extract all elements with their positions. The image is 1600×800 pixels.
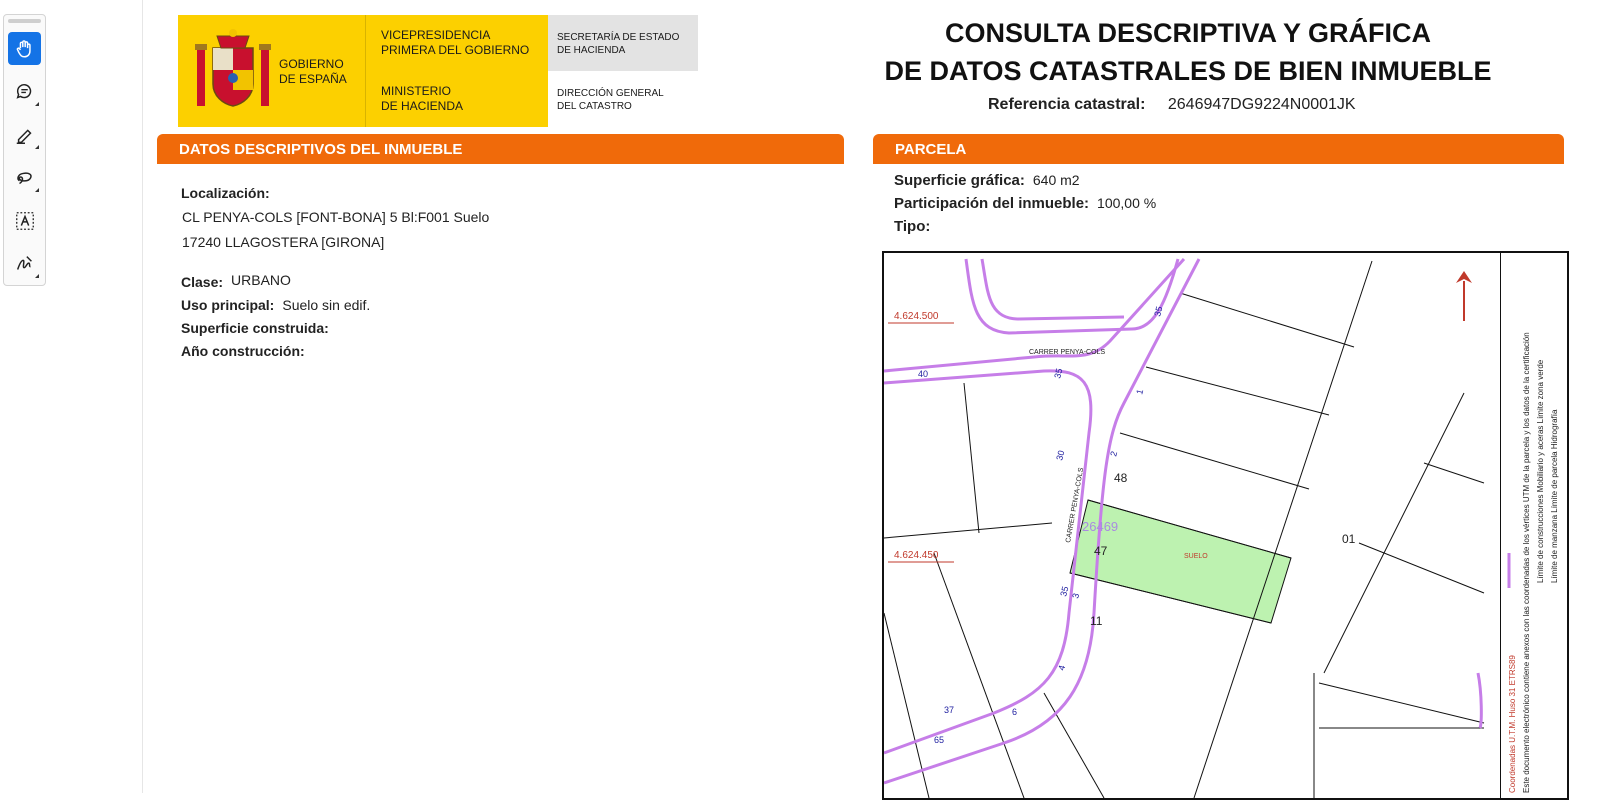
submenu-indicator <box>35 102 39 106</box>
lot-number-48: 48 <box>1114 471 1128 485</box>
legend-drawing: Coordenadas U.T.M. Huso 31 ETRS89 Este d… <box>1507 332 1559 793</box>
document-title-line1: CONSULTA DESCRIPTIVA Y GRÁFICA <box>944 18 1432 48</box>
logo-secretaria-text: SECRETARÍA DE ESTADO DE HACIENDA <box>557 32 680 56</box>
street-number-35c: 35 <box>1058 585 1070 597</box>
suelo-label: SUELO <box>1184 553 1208 560</box>
tipo-field: Tipo: <box>894 218 938 235</box>
text-box-icon <box>15 211 34 230</box>
sign-tool-button[interactable] <box>8 247 41 280</box>
localizacion-line1: CL PENYA-COLS [FONT-BONA] 5 Bl:F001 Suel… <box>182 209 490 225</box>
uso-label: Uso principal: <box>181 297 275 313</box>
submenu-indicator <box>35 188 39 192</box>
legend-row-constructions: Límite de construcciones Mobiliario y ac… <box>1536 359 1545 583</box>
superficie-grafica-value: 640 m2 <box>1032 172 1080 188</box>
street-number-35b: 35 <box>1052 367 1064 379</box>
legend-row-limits: Límite de manzana Límite de parcela Hidr… <box>1550 409 1559 583</box>
descriptivos-header: DATOS DESCRIPTIVOS DEL INMUEBLE <box>157 134 844 164</box>
anio-construccion-label: Año construcción: <box>181 343 305 359</box>
descriptivos-heading: DATOS DESCRIPTIVOS DEL INMUEBLE <box>179 141 463 158</box>
parcela-header: PARCELA <box>873 134 1564 164</box>
lasso-icon <box>16 171 32 184</box>
text-select-tool-button[interactable] <box>8 204 41 237</box>
logo-divider <box>365 15 366 127</box>
participacion-value: 100,00 % <box>1097 195 1157 211</box>
street-number-65: 65 <box>934 735 944 745</box>
street-number-2: 2 <box>1108 450 1119 457</box>
coord-label-top: 4.624.500 <box>894 311 939 322</box>
street-number-4: 4 <box>1056 664 1067 671</box>
document-title-line2: DE DATOS CATASTRALES DE BIEN INMUEBLE <box>884 56 1492 86</box>
lot-number-11: 11 <box>1090 614 1103 628</box>
participacion-field: Participación del inmueble: 100,00 % <box>894 195 1156 212</box>
annotation-toolbar <box>3 14 46 286</box>
referencia-value: 2646947DG9224N0001JK <box>1167 96 1356 113</box>
signature-icon <box>16 255 32 270</box>
logo-direccion-text: DIRECCIÓN GENERAL DEL CATASTRO <box>557 88 664 112</box>
street-outlines <box>884 257 1483 785</box>
north-arrow-icon <box>1456 271 1472 321</box>
submenu-indicator <box>35 274 39 278</box>
superficie-grafica-label: Superficie gráfica: <box>894 172 1025 189</box>
uso-value: Suelo sin edif. <box>282 297 371 313</box>
street-number-1: 1 <box>1134 388 1145 395</box>
street-number-6: 6 <box>1012 707 1017 717</box>
logo-vicepresidencia-text: VICEPRESIDENCIA PRIMERA DEL GOBIERNO <box>381 28 530 57</box>
lot-number-47: 47 <box>1094 544 1108 558</box>
toolbar-grip[interactable] <box>8 19 41 23</box>
localizacion-line2: 17240 LLAGOSTERA [GIRONA] <box>182 234 385 250</box>
clase-label: Clase: <box>181 274 224 290</box>
street-number-30: 30 <box>1054 449 1066 461</box>
superficie-grafica-field: Superficie gráfica: 640 m2 <box>894 172 1080 189</box>
comment-tool-button[interactable] <box>8 75 41 108</box>
uso-field: Uso principal: Suelo sin edif. <box>181 297 370 313</box>
participacion-label: Participación del inmueble: <box>894 195 1090 212</box>
map-legend: Coordenadas U.T.M. Huso 31 ETRS89 Este d… <box>1500 253 1567 798</box>
logo-ministerio-text: MINISTERIO DE HACIENDA <box>381 84 464 113</box>
comment-icon <box>16 83 31 99</box>
referencia-label: Referencia catastral: <box>988 96 1146 113</box>
submenu-indicator <box>35 145 39 149</box>
cadastral-map: 4.624.500 4.624.450 CARRER PENYA-COLS CA… <box>882 251 1569 800</box>
parcel-id-label: 26469 <box>1082 519 1118 534</box>
street-number-37: 37 <box>944 705 954 715</box>
hand-tool-button[interactable] <box>8 32 41 65</box>
lot-number-01: 01 <box>1342 532 1356 546</box>
pen-icon <box>16 128 32 144</box>
hand-icon <box>16 39 31 58</box>
legend-utm: Coordenadas U.T.M. Huso 31 ETRS89 <box>1508 655 1517 793</box>
anio-construccion-field: Año construcción: <box>181 343 313 359</box>
tipo-label: Tipo: <box>894 218 931 235</box>
street-number-40: 40 <box>918 369 928 379</box>
draw-tool-button[interactable] <box>8 161 41 194</box>
clase-value: URBANO <box>231 272 291 288</box>
localizacion-label: Localización: <box>181 185 270 201</box>
street-name-top: CARRER PENYA-COLS <box>1029 349 1105 356</box>
superficie-construida-label: Superficie construida: <box>181 320 329 336</box>
superficie-construida-field: Superficie construida: <box>181 320 337 336</box>
legend-note: Este documento electrónico contiene anex… <box>1522 332 1531 793</box>
coord-label-mid: 4.624.450 <box>894 550 939 561</box>
coat-of-arms-icon <box>195 29 271 107</box>
logo-gobierno-text: GOBIERNO DE ESPAÑA <box>279 57 347 86</box>
highlight-tool-button[interactable] <box>8 118 41 151</box>
clase-field: Clase: URBANO <box>181 272 291 290</box>
street-number-35a: 35 <box>1152 305 1164 317</box>
map-drawing: 4.624.500 4.624.450 CARRER PENYA-COLS CA… <box>884 257 1485 798</box>
parcela-heading: PARCELA <box>895 141 967 158</box>
referencia-catastral: Referencia catastral: 2646947DG9224N0001… <box>988 96 1356 114</box>
